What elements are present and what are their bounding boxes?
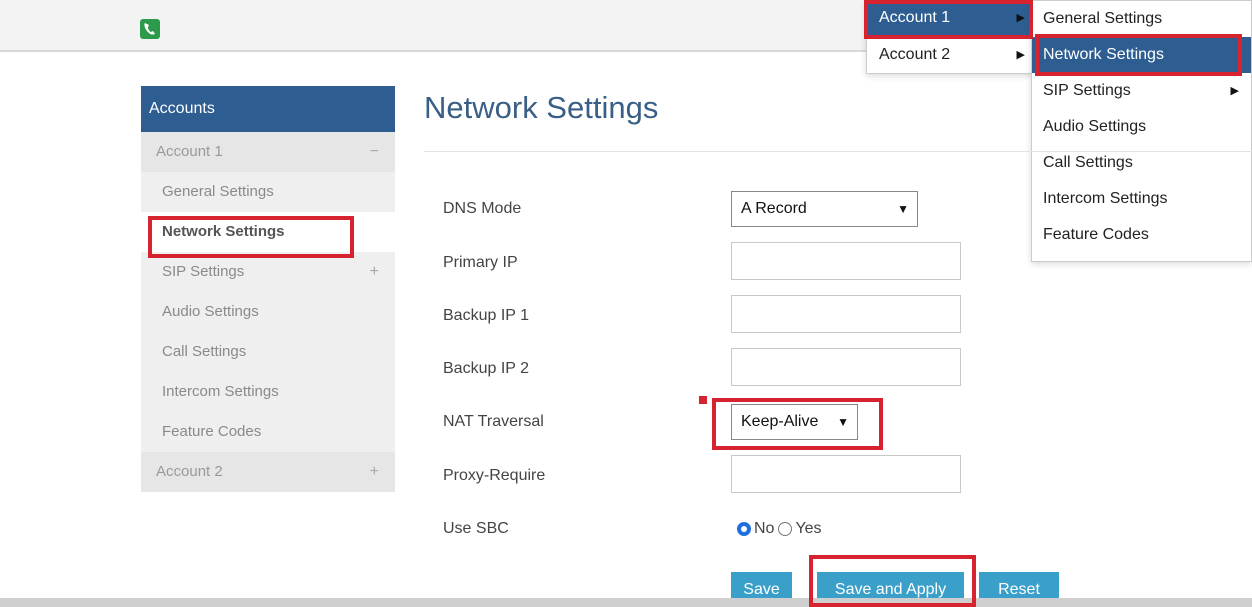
backup-ip2-input[interactable] xyxy=(731,348,961,386)
menu-item-label: Account 2 xyxy=(879,46,951,63)
backup-ip2-label: Backup IP 2 xyxy=(443,360,529,377)
backup-ip1-label: Backup IP 1 xyxy=(443,307,529,324)
sidebar-group-account-1[interactable]: Account 1 − xyxy=(141,132,395,172)
primary-ip-label: Primary IP xyxy=(443,254,518,271)
primary-ip-input[interactable] xyxy=(731,242,961,280)
page-title: Network Settings xyxy=(424,90,659,125)
highlight-sidebar-network-settings-box xyxy=(148,216,354,258)
sidebar-item-audio-settings[interactable]: Audio Settings xyxy=(141,292,395,332)
annotation-dot xyxy=(699,396,707,404)
submenu-item-general-settings[interactable]: General Settings xyxy=(1032,1,1251,37)
use-sbc-yes-label: Yes xyxy=(795,520,822,537)
backup-ip1-input[interactable] xyxy=(731,295,961,333)
phone-logo-icon xyxy=(140,19,160,39)
submenu-item-label: Intercom Settings xyxy=(1043,190,1168,207)
sidebar-item-general-settings[interactable]: General Settings xyxy=(141,172,395,212)
collapse-icon[interactable]: − xyxy=(370,132,379,172)
submenu-item-label: General Settings xyxy=(1043,10,1163,27)
chevron-down-icon: ▼ xyxy=(897,202,909,216)
submenu-arrow-icon: ▶ xyxy=(1230,85,1239,97)
nat-traversal-label: NAT Traversal xyxy=(443,413,544,430)
accounts-sidebar: Accounts Account 1 − General Settings Ne… xyxy=(141,86,395,492)
sidebar-item-label: Audio Settings xyxy=(162,303,259,320)
use-sbc-yes-radio[interactable] xyxy=(778,522,793,536)
sidebar-group-label: Account 2 xyxy=(156,463,223,480)
sidebar-item-sip-settings[interactable]: SIP Settings + xyxy=(141,252,395,292)
use-sbc-label: Use SBC xyxy=(443,520,509,537)
sidebar-item-intercom-settings[interactable]: Intercom Settings xyxy=(141,372,395,412)
highlight-account-1-box xyxy=(864,0,1033,39)
submenu-item-sip-settings[interactable]: SIP Settings ▶ xyxy=(1032,73,1251,109)
sidebar-item-label: General Settings xyxy=(162,183,274,200)
submenu-item-intercom-settings[interactable]: Intercom Settings xyxy=(1032,181,1251,217)
sidebar-item-feature-codes[interactable]: Feature Codes xyxy=(141,412,395,452)
sidebar-item-call-settings[interactable]: Call Settings xyxy=(141,332,395,372)
dns-mode-select[interactable]: A Record ▼ xyxy=(731,191,918,227)
highlight-network-settings-menu-box xyxy=(1035,34,1242,76)
highlight-nat-traversal-box xyxy=(712,398,883,450)
sidebar-item-label: Intercom Settings xyxy=(162,383,279,400)
use-sbc-no-label: No xyxy=(754,520,775,537)
sidebar-item-label: SIP Settings xyxy=(162,263,245,280)
sidebar-item-label: Call Settings xyxy=(162,343,247,360)
bottom-bar xyxy=(0,598,1252,607)
menu-item-account-2[interactable]: Account 2 ▶ xyxy=(867,37,1035,73)
submenu-item-label: Call Settings xyxy=(1043,154,1133,171)
submenu-arrow-icon: ▶ xyxy=(1016,49,1025,61)
submenu-item-audio-settings[interactable]: Audio Settings xyxy=(1032,109,1251,145)
dns-mode-label: DNS Mode xyxy=(443,200,522,217)
submenu-item-label: Feature Codes xyxy=(1043,226,1149,243)
sidebar-item-label: Feature Codes xyxy=(162,423,262,440)
sidebar-group-label: Account 1 xyxy=(156,143,223,160)
submenu-item-feature-codes[interactable]: Feature Codes xyxy=(1032,217,1251,253)
proxy-require-input[interactable] xyxy=(731,455,961,493)
dns-mode-value: A Record xyxy=(741,200,807,217)
use-sbc-no-radio[interactable] xyxy=(737,522,751,536)
submenu-item-label: Audio Settings xyxy=(1043,118,1147,135)
expand-icon[interactable]: + xyxy=(370,452,379,492)
title-divider xyxy=(424,151,1252,152)
expand-icon[interactable]: + xyxy=(370,252,379,292)
sidebar-header: Accounts xyxy=(141,86,395,132)
submenu-item-label: SIP Settings xyxy=(1043,82,1131,99)
sidebar-group-account-2[interactable]: Account 2 + xyxy=(141,452,395,492)
use-sbc-radio-group: No Yes xyxy=(737,520,822,538)
proxy-require-label: Proxy-Require xyxy=(443,467,546,484)
highlight-save-and-apply-box xyxy=(809,555,976,607)
